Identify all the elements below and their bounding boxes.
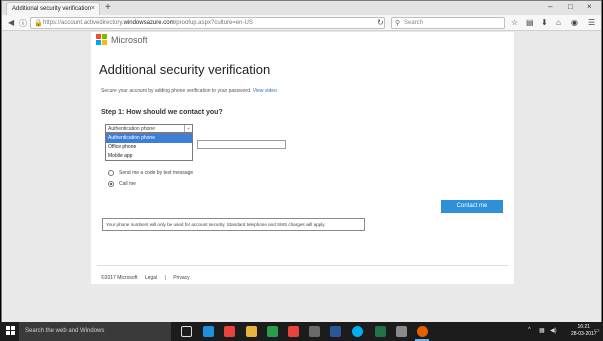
- taskbar: Search the web and Windows ^ ▦ ◀) 16:21 …: [0, 322, 603, 341]
- clock-time: 16:21: [577, 324, 591, 330]
- clock-date: 28-03-2017: [571, 331, 597, 337]
- legal-link[interactable]: Legal: [145, 275, 157, 281]
- excel-icon[interactable]: [375, 326, 386, 337]
- skype-icon[interactable]: [352, 326, 363, 337]
- search-bar[interactable]: ⚲ Search: [391, 17, 505, 29]
- pocket-icon[interactable]: ◉: [571, 18, 578, 27]
- notifications-icon[interactable]: ▭: [594, 327, 600, 334]
- home-icon[interactable]: ⌂: [556, 18, 561, 27]
- windows-start-icon[interactable]: [6, 326, 16, 336]
- task-view-icon[interactable]: [181, 326, 192, 337]
- microsoft-logo-icon: [96, 34, 108, 46]
- tab-active[interactable]: Additional security verification ×: [6, 2, 100, 15]
- tab-title: Additional security verification: [12, 6, 92, 12]
- menu-icon[interactable]: ☰: [588, 18, 595, 27]
- view-video-link[interactable]: View video: [253, 88, 277, 94]
- maximize-icon[interactable]: □: [568, 2, 573, 11]
- taskbar-search-placeholder: Search the web and Windows: [25, 328, 105, 334]
- back-icon[interactable]: ◀: [8, 18, 14, 27]
- window-close-icon[interactable]: ×: [587, 2, 592, 11]
- phone-number-input[interactable]: [197, 140, 286, 149]
- verification-page: Microsoft Additional security verificati…: [91, 32, 514, 284]
- radio-button[interactable]: [108, 170, 114, 176]
- contact-method-select[interactable]: Authentication phone ⌄: [105, 124, 193, 133]
- radio-button[interactable]: [108, 181, 114, 187]
- page-viewport: Microsoft Additional security verificati…: [2, 32, 601, 322]
- subtitle-text: Secure your account by adding phone veri…: [101, 88, 252, 94]
- chrome-alt-icon[interactable]: [288, 326, 299, 337]
- info-icon[interactable]: ⓘ: [19, 18, 27, 29]
- phone-usage-notice: Your phone numbers will only be used for…: [102, 218, 365, 231]
- lock-icon: 🔒: [34, 20, 43, 27]
- search-icon: ⚲: [395, 20, 401, 27]
- dropdown-option[interactable]: Office phone: [106, 143, 192, 152]
- select-value: Authentication phone: [108, 126, 155, 132]
- footer-divider: [97, 265, 508, 266]
- download-icon[interactable]: ⬇: [541, 18, 548, 27]
- calculator-icon[interactable]: [309, 326, 320, 337]
- system-clock[interactable]: 16:21 28-03-2017: [571, 324, 597, 338]
- taskbar-search[interactable]: Search the web and Windows: [19, 322, 171, 341]
- page-subtitle: Secure your account by adding phone veri…: [101, 88, 277, 94]
- firefox-icon[interactable]: [417, 326, 428, 337]
- reload-icon[interactable]: ↻: [377, 18, 384, 27]
- store-icon[interactable]: [267, 326, 278, 337]
- network-icon[interactable]: ▦: [539, 327, 545, 334]
- tool-icon[interactable]: [396, 326, 407, 337]
- tab-bar: Additional security verification × + – □…: [2, 1, 601, 15]
- privacy-link[interactable]: Privacy: [173, 275, 189, 281]
- browser-window: Additional security verification × + – □…: [1, 0, 602, 322]
- page-title: Additional security verification: [99, 62, 271, 77]
- reading-list-icon[interactable]: ▤: [526, 18, 534, 27]
- dropdown-option[interactable]: Authentication phone: [106, 134, 192, 143]
- chevron-down-icon: ⌄: [184, 125, 192, 132]
- contact-method-dropdown: Authentication phone Office phone Mobile…: [105, 133, 193, 161]
- bookmark-star-icon[interactable]: ☆: [511, 18, 518, 27]
- chrome-icon[interactable]: [224, 326, 235, 337]
- footer-separator: |: [164, 275, 166, 281]
- contact-me-button[interactable]: Contact me: [441, 200, 503, 213]
- page-footer: ©2017 Microsoft Legal | Privacy: [101, 275, 196, 281]
- tray-chevron-icon[interactable]: ^: [528, 327, 531, 333]
- edge-icon[interactable]: [203, 326, 214, 337]
- volume-icon[interactable]: ◀): [550, 327, 557, 334]
- minimize-icon[interactable]: –: [548, 2, 552, 11]
- dropdown-option[interactable]: Mobile app: [106, 152, 192, 161]
- brand-name: Microsoft: [111, 35, 148, 45]
- copyright-text: ©2017 Microsoft: [101, 275, 138, 281]
- step-heading: Step 1: How should we contact you?: [101, 109, 223, 116]
- file-explorer-icon[interactable]: [246, 326, 257, 337]
- radio-label: Send me a code by text message: [119, 170, 194, 176]
- new-tab-icon[interactable]: +: [105, 2, 111, 13]
- close-icon[interactable]: ×: [91, 5, 95, 12]
- address-bar[interactable]: 🔒 https://account.activedirectory.window…: [30, 17, 385, 29]
- navigation-bar: ◀ ⓘ 🔒 https://account.activedirectory.wi…: [2, 15, 601, 31]
- radio-label: Call me: [119, 181, 136, 187]
- search-placeholder: Search: [404, 20, 424, 26]
- url-text: https://account.activedirectory.windowsa…: [43, 20, 253, 26]
- word-icon[interactable]: [330, 326, 341, 337]
